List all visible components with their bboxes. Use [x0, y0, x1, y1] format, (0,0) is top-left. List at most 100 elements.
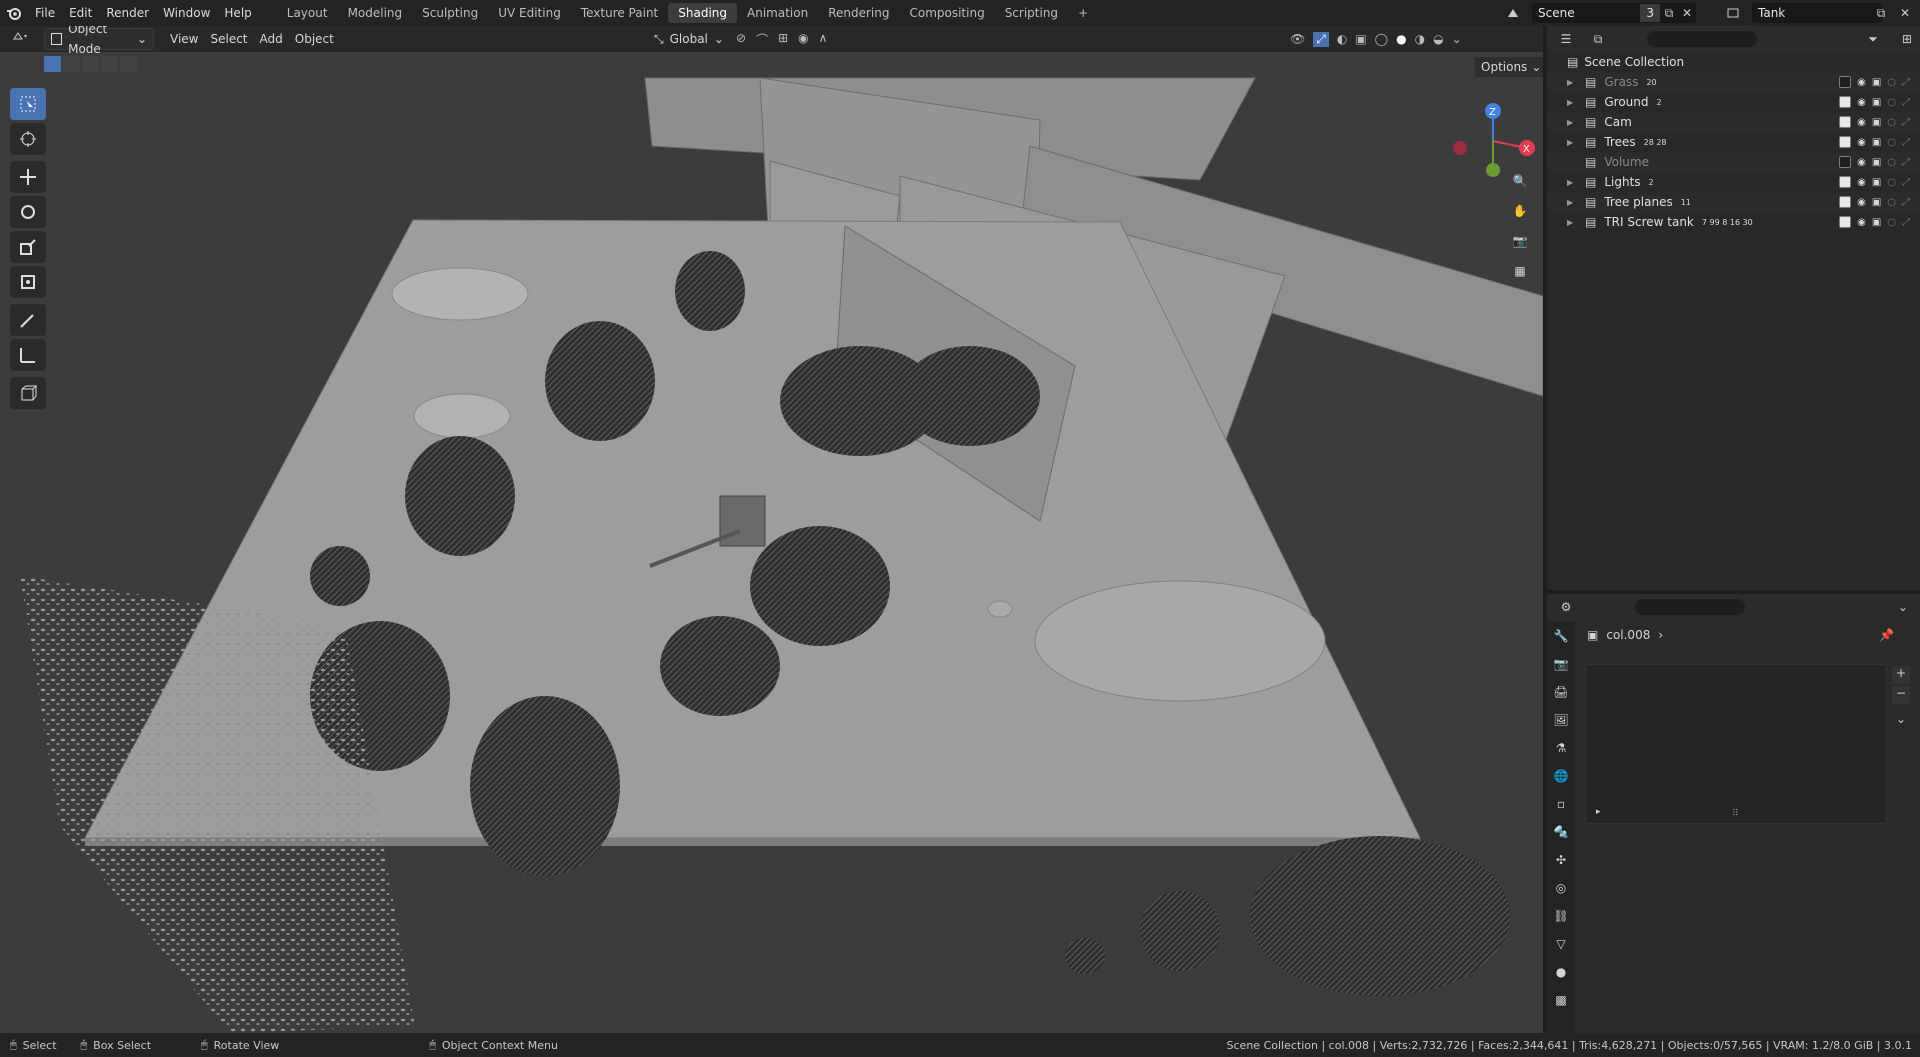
holdout-icon[interactable]: ○	[1887, 137, 1896, 148]
expand-arrow-icon[interactable]: ▶	[1567, 78, 1581, 87]
ortho-grid-icon[interactable]: ▦	[1507, 258, 1533, 284]
filter-icon[interactable]: ⏷	[1864, 30, 1882, 48]
expand-icon[interactable]: ▸	[1596, 807, 1601, 817]
outliner-row[interactable]: ▶ ▤ Tree planes 11 ◉ ▣ ○ ⤢	[1547, 192, 1920, 212]
camera-icon[interactable]: ▣	[1872, 217, 1881, 228]
eye-icon[interactable]: ◉	[1857, 137, 1866, 148]
move-tool-icon[interactable]	[10, 161, 46, 193]
transform-tool-icon[interactable]	[10, 266, 46, 298]
close-icon[interactable]: ✕	[1678, 4, 1696, 22]
holdout-icon[interactable]: ○	[1887, 157, 1896, 168]
tab-texture-paint[interactable]: Texture Paint	[571, 3, 668, 23]
indirect-only-icon[interactable]: ⤢	[1902, 217, 1910, 228]
menu-edit[interactable]: Edit	[62, 0, 99, 26]
expand-arrow-icon[interactable]: ▶	[1567, 218, 1581, 227]
scene-tab-icon[interactable]: ⚗	[1547, 734, 1575, 762]
gizmo-toggle-icon[interactable]: ⤢	[1313, 31, 1329, 47]
chevron-down-icon[interactable]: ⌄	[1452, 32, 1462, 46]
camera-icon[interactable]: ▣	[1872, 177, 1881, 188]
orientation-dropdown[interactable]: ⤡ Global ⌄	[648, 29, 730, 49]
view-layer-icon[interactable]	[1724, 4, 1742, 22]
overlay-icon[interactable]: ◐	[1337, 32, 1347, 46]
eye-icon[interactable]: ◉	[1857, 117, 1866, 128]
select-subtract-icon[interactable]	[82, 56, 99, 72]
snap-target-icon[interactable]: ⊞	[778, 31, 788, 48]
indirect-only-icon[interactable]: ⤢	[1902, 137, 1910, 148]
material-tab-icon[interactable]: ●	[1547, 958, 1575, 986]
pin-icon[interactable]: 📌	[1879, 628, 1894, 642]
annotate-tool-icon[interactable]	[10, 304, 46, 336]
proportional-edit-icon[interactable]: ◉	[798, 31, 808, 48]
rendered-shading-icon[interactable]: ◒	[1433, 32, 1443, 46]
output-tab-icon[interactable]: 🖨	[1547, 678, 1575, 706]
view-layer-tab-icon[interactable]: 🖼	[1547, 706, 1575, 734]
blender-logo-icon[interactable]	[0, 0, 28, 26]
viewport-menu-select[interactable]: Select	[204, 29, 253, 49]
exclude-checkbox[interactable]	[1839, 176, 1852, 188]
cursor-tool-icon[interactable]	[10, 123, 46, 155]
tab-compositing[interactable]: Compositing	[899, 3, 994, 23]
holdout-icon[interactable]: ○	[1887, 177, 1896, 188]
select-new-icon[interactable]	[44, 56, 61, 72]
viewport-menu-view[interactable]: View	[164, 29, 204, 49]
camera-icon[interactable]: ▣	[1872, 97, 1881, 108]
holdout-icon[interactable]: ○	[1887, 197, 1896, 208]
outliner-row[interactable]: ▤ Volume ◉ ▣ ○ ⤢	[1547, 152, 1920, 172]
holdout-icon[interactable]: ○	[1887, 77, 1896, 88]
exclude-checkbox[interactable]	[1839, 136, 1852, 148]
outliner-row[interactable]: ▶ ▤ Trees 28 28 ◉ ▣ ○ ⤢	[1547, 132, 1920, 152]
render-tab-icon[interactable]: 📷	[1547, 650, 1575, 678]
expand-arrow-icon[interactable]: ▶	[1567, 178, 1581, 187]
select-invert-icon[interactable]	[101, 56, 118, 72]
camera-icon[interactable]: ▣	[1872, 77, 1881, 88]
indirect-only-icon[interactable]: ⤢	[1902, 177, 1910, 188]
eye-icon[interactable]: ◉	[1857, 77, 1866, 88]
new-view-layer-icon[interactable]: ⧉	[1872, 4, 1890, 22]
outliner-search-input[interactable]	[1647, 31, 1757, 47]
remove-slot-icon[interactable]: −	[1892, 686, 1910, 704]
eye-icon[interactable]: ◉	[1857, 97, 1866, 108]
menu-window[interactable]: Window	[156, 0, 217, 26]
exclude-checkbox[interactable]	[1839, 216, 1852, 228]
exclude-checkbox[interactable]	[1839, 116, 1852, 128]
snap-icon[interactable]: ⌒	[756, 31, 768, 48]
new-collection-icon[interactable]: ⊞	[1898, 30, 1916, 48]
holdout-icon[interactable]: ○	[1887, 117, 1896, 128]
xray-icon[interactable]: ▣	[1355, 32, 1366, 46]
properties-editor-icon[interactable]: ⚙	[1557, 598, 1575, 616]
properties-search-input[interactable]	[1635, 599, 1745, 615]
indirect-only-icon[interactable]: ⤢	[1902, 117, 1910, 128]
menu-help[interactable]: Help	[217, 0, 258, 26]
tab-sculpting[interactable]: Sculpting	[412, 3, 488, 23]
add-slot-icon[interactable]: +	[1892, 666, 1910, 684]
world-tab-icon[interactable]: 🌐	[1547, 762, 1575, 790]
physics-tab-icon[interactable]: ◎	[1547, 874, 1575, 902]
resize-handle-icon[interactable]: ⠿	[1732, 809, 1739, 819]
tab-layout[interactable]: Layout	[277, 3, 338, 23]
measure-tool-icon[interactable]	[10, 339, 46, 371]
indirect-only-icon[interactable]: ⤢	[1902, 97, 1910, 108]
tab-scripting[interactable]: Scripting	[995, 3, 1068, 23]
pivot-icon[interactable]: ⊘	[736, 31, 746, 48]
add-workspace-icon[interactable]: +	[1068, 3, 1098, 23]
menu-render[interactable]: Render	[99, 0, 156, 26]
exclude-checkbox[interactable]	[1839, 76, 1852, 88]
eye-icon[interactable]: ◉	[1857, 197, 1866, 208]
wireframe-shading-icon[interactable]: ◯	[1375, 32, 1388, 46]
tool-tab-icon[interactable]: 🔧	[1547, 622, 1575, 650]
outliner-row[interactable]: ▶ ▤ Cam ◉ ▣ ○ ⤢	[1547, 112, 1920, 132]
scale-tool-icon[interactable]	[10, 231, 46, 263]
pan-hand-icon[interactable]: ✋	[1507, 198, 1533, 224]
3d-viewport[interactable]: Object Mode ⌄ View Select Add Object ⤡ Glob…	[0, 26, 1543, 1033]
mode-dropdown[interactable]: Object Mode ⌄	[44, 26, 154, 56]
falloff-icon[interactable]: ∧	[819, 31, 828, 48]
select-extend-icon[interactable]	[63, 56, 80, 72]
material-shading-icon[interactable]: ◑	[1415, 32, 1425, 46]
zoom-icon[interactable]: 🔍	[1507, 168, 1533, 194]
add-cube-tool-icon[interactable]	[10, 377, 46, 409]
particles-tab-icon[interactable]: ✣	[1547, 846, 1575, 874]
object-tab-icon[interactable]: ▫	[1547, 790, 1575, 818]
scene-selector[interactable]: Scene 3 ⧉ ✕	[1532, 3, 1696, 23]
scene-collection-row[interactable]: ▤ Scene Collection	[1547, 52, 1920, 72]
select-intersect-icon[interactable]	[120, 56, 137, 72]
